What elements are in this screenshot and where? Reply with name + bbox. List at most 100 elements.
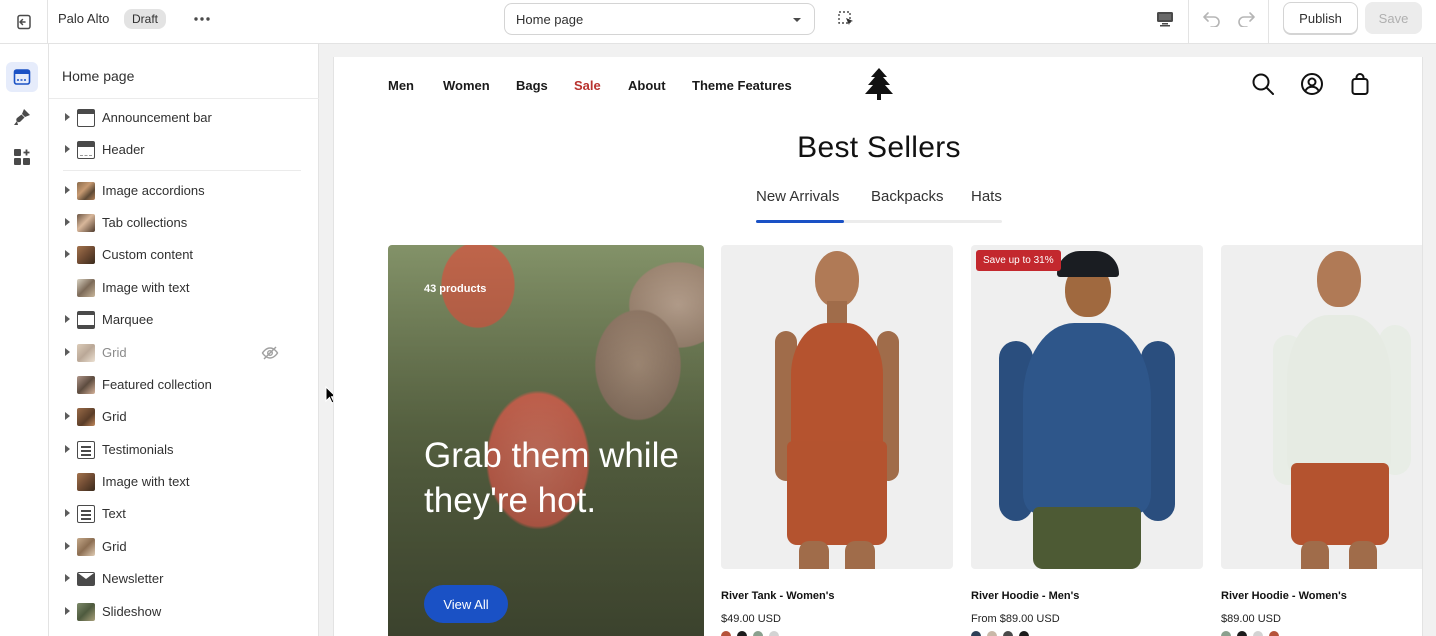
divider [1268, 0, 1269, 44]
color-swatch[interactable] [769, 631, 779, 636]
sidebar-item-grid[interactable]: Grid [49, 402, 319, 432]
select-cursor-icon [838, 11, 853, 25]
sidebar-item-header[interactable]: Header [49, 135, 319, 165]
tab-new-arrivals[interactable]: New Arrivals [756, 188, 839, 205]
apps-grid-icon [14, 149, 30, 165]
publish-button[interactable]: Publish [1283, 2, 1358, 34]
tab-hats[interactable]: Hats [971, 188, 1002, 205]
search-icon[interactable] [1251, 72, 1275, 96]
sidebar-item-label: Tab collections [102, 215, 188, 230]
sidebar-item-featured-collection[interactable]: Featured collection [49, 370, 319, 400]
sidebar-item-image-with-text-2[interactable]: Image with text [49, 467, 319, 497]
caret-right-icon[interactable] [65, 186, 70, 194]
image-thumbnail-icon [77, 279, 95, 297]
caret-right-icon[interactable] [65, 574, 70, 582]
color-swatch[interactable] [721, 631, 731, 636]
caret-right-icon[interactable] [65, 145, 70, 153]
sidebar-item-label: Header [102, 142, 145, 157]
caret-right-icon[interactable] [65, 315, 70, 323]
nav-link-bags[interactable]: Bags [516, 78, 548, 93]
tab-active-indicator [756, 220, 844, 223]
view-all-button[interactable]: View All [424, 585, 508, 623]
nav-link-women[interactable]: Women [443, 78, 490, 93]
product-name[interactable]: River Hoodie - Women's [1221, 590, 1347, 602]
sidebar-item-label: Grid [102, 539, 127, 554]
product-card[interactable]: River Hoodie - Women's $89.00 USD [1221, 245, 1422, 636]
more-actions-button[interactable] [190, 8, 214, 30]
divider [63, 170, 301, 171]
caret-right-icon[interactable] [65, 607, 70, 615]
color-swatch[interactable] [737, 631, 747, 636]
color-swatch[interactable] [1003, 631, 1013, 636]
sidebar-item-label: Featured collection [102, 377, 212, 392]
color-swatch[interactable] [1253, 631, 1263, 636]
sidebar-item-image-with-text[interactable]: Image with text [49, 273, 319, 303]
caret-right-icon[interactable] [65, 509, 70, 517]
caret-right-icon[interactable] [65, 412, 70, 420]
sidebar-item-label: Image with text [102, 280, 190, 295]
undo-button[interactable] [1200, 7, 1224, 29]
inspector-button[interactable] [834, 8, 858, 30]
cap [1057, 251, 1119, 277]
caret-right-icon[interactable] [65, 113, 70, 121]
color-swatch[interactable] [1237, 631, 1247, 636]
eye-hidden-icon[interactable] [261, 344, 279, 362]
product-price: From $89.00 USD [971, 613, 1060, 625]
tab-backpacks[interactable]: Backpacks [871, 188, 944, 205]
nav-link-theme-features[interactable]: Theme Features [692, 78, 792, 93]
sidebar-item-custom-content[interactable]: Custom content [49, 240, 319, 270]
promo-tile[interactable]: 43 products Grab them while they're hot.… [388, 245, 704, 636]
product-card[interactable]: River Tank - Women's $49.00 USD [721, 245, 953, 636]
image-thumbnail-icon [77, 344, 95, 362]
redo-button[interactable] [1234, 7, 1258, 29]
sidebar-item-image-accordions[interactable]: Image accordions [49, 176, 319, 206]
store-logo-tree-icon[interactable] [864, 67, 894, 101]
sidebar-item-newsletter[interactable]: Newsletter [49, 564, 319, 594]
rail-apps-button[interactable] [6, 142, 38, 172]
sidebar-item-testimonials[interactable]: Testimonials [49, 435, 319, 465]
color-swatch[interactable] [971, 631, 981, 636]
divider [49, 98, 319, 99]
sidebar-item-tab-collections[interactable]: Tab collections [49, 208, 319, 238]
color-swatch[interactable] [753, 631, 763, 636]
color-swatch[interactable] [1019, 631, 1029, 636]
exit-button[interactable] [0, 0, 48, 44]
sidebar-item-text[interactable]: Text [49, 499, 319, 529]
caret-right-icon[interactable] [65, 348, 70, 356]
sidebar-item-grid-hidden[interactable]: Grid [49, 338, 319, 368]
product-card[interactable]: Save up to 31% River Hoodie - Men's From… [971, 245, 1203, 636]
desktop-view-button[interactable] [1152, 8, 1178, 30]
save-button[interactable]: Save [1365, 2, 1422, 34]
caret-right-icon[interactable] [65, 218, 70, 226]
caret-right-icon[interactable] [65, 445, 70, 453]
sidebar-item-marquee[interactable]: Marquee [49, 305, 319, 335]
nav-link-men[interactable]: Men [388, 78, 414, 93]
product-image[interactable] [721, 245, 953, 569]
account-icon[interactable] [1300, 72, 1324, 96]
cart-bag-icon[interactable] [1348, 72, 1372, 96]
nav-link-sale[interactable]: Sale [574, 78, 601, 93]
sidebar-item-announcement-bar[interactable]: Announcement bar [49, 103, 319, 133]
rail-theme-settings-button[interactable] [6, 102, 38, 132]
model-figure [815, 251, 859, 307]
caret-right-icon[interactable] [65, 250, 70, 258]
image-thumbnail-icon [77, 603, 95, 621]
page-selector[interactable]: Home page [504, 3, 815, 35]
product-image[interactable] [1221, 245, 1422, 569]
store-preview: Men Women Bags Sale About Theme Features… [333, 57, 1423, 636]
sections-icon [13, 69, 31, 85]
paintbrush-icon [14, 109, 30, 125]
product-name[interactable]: River Hoodie - Men's [971, 590, 1079, 602]
caret-right-icon[interactable] [65, 542, 70, 550]
image-thumbnail-icon [77, 182, 95, 200]
color-swatch[interactable] [1269, 631, 1279, 636]
rail-sections-button[interactable] [6, 62, 38, 92]
sidebar-item-grid-2[interactable]: Grid [49, 532, 319, 562]
product-name[interactable]: River Tank - Women's [721, 590, 834, 602]
sidebar-item-slideshow[interactable]: Slideshow [49, 597, 319, 627]
product-image[interactable]: Save up to 31% [971, 245, 1203, 569]
color-swatch[interactable] [1221, 631, 1231, 636]
color-swatch[interactable] [987, 631, 997, 636]
desktop-icon [1157, 12, 1173, 27]
nav-link-about[interactable]: About [628, 78, 666, 93]
